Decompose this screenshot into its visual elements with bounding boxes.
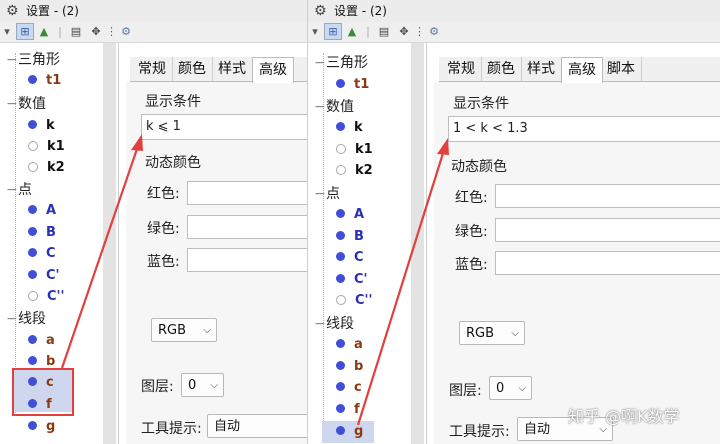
watermark: 知乎 @啊K数学 (568, 407, 680, 426)
annotation-arrow-right (356, 149, 446, 426)
annotation-arrow-left (60, 145, 140, 369)
annotation-arrows (60, 134, 449, 426)
arrowhead-icon (131, 134, 143, 151)
arrowhead-icon (437, 138, 449, 155)
